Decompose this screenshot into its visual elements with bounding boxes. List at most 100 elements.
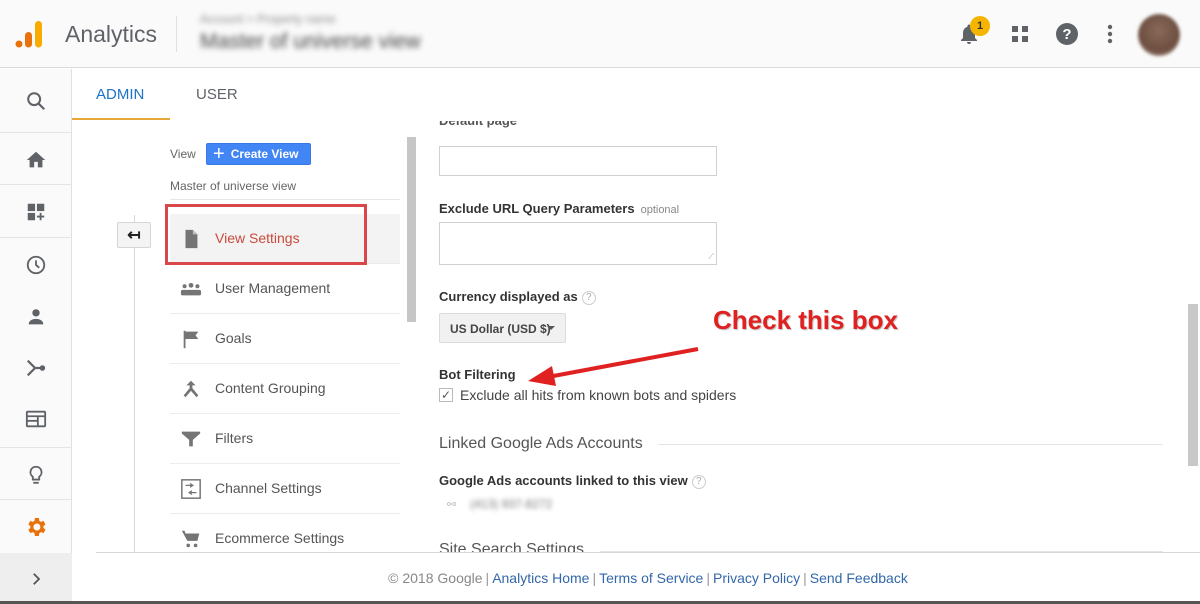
exclude-params-textarea[interactable]: ⟋ [439,222,717,265]
menu-item-filters[interactable]: Filters [170,414,400,464]
help-icon[interactable]: ? [581,290,596,305]
divider [176,16,177,52]
cart-icon [181,530,200,548]
create-view-label: Create View [230,147,299,161]
divider [658,444,1163,445]
view-label: View [170,147,196,161]
nav-customization[interactable] [0,186,72,238]
nav-realtime[interactable] [0,239,72,291]
help-icon[interactable]: ? [1055,22,1079,46]
ads-account-id[interactable]: (413) 937-8272 [470,497,552,511]
nav-acquisition[interactable] [0,342,72,394]
divider [0,132,72,133]
help-icon[interactable]: ? [691,474,706,489]
left-nav [0,69,72,604]
menu-item-label: User Management [215,280,331,296]
nav-home[interactable] [0,134,72,186]
bot-filtering-checkbox[interactable]: ✓ [439,388,453,402]
menu-item-label: Content Grouping [215,380,326,396]
view-name[interactable]: Master of universe view [170,179,296,193]
menu-item-goals[interactable]: Goals [170,314,400,364]
search-icon [27,92,46,111]
default-page-input[interactable] [439,146,717,176]
menu-item-content-grouping[interactable]: Content Grouping [170,364,400,414]
analytics-logo-icon[interactable] [14,18,46,50]
link-icon: ⚯ [447,498,457,511]
account-path: Account > Property name [200,12,336,26]
annotation-arrow-icon [528,347,699,386]
copyright: © 2018 Google [388,570,483,586]
linked-ads-label: Google Ads accounts linked to this view? [439,473,706,489]
column-scrollbar[interactable] [407,137,416,322]
create-view-button[interactable]: + Create View [206,143,311,165]
menu-item-label: Channel Settings [215,480,322,496]
divider [0,237,72,238]
privacy-link[interactable]: Privacy Policy [713,570,800,586]
divider [96,552,1200,553]
terms-link[interactable]: Terms of Service [599,570,703,586]
currency-label: Currency displayed as? [439,289,596,305]
admin-gear-icon [28,518,46,536]
back-arrow-icon: ↤ [127,227,141,244]
audience-person-icon [28,309,44,325]
bot-filtering-label: Bot Filtering [439,367,516,382]
content-scrollbar[interactable] [1188,304,1198,466]
exclude-params-title: Exclude URL Query Parameters [439,201,635,216]
channel-icon [181,479,201,499]
view-settings-panel: Default page Exclude URL Query Parameter… [425,121,1185,553]
flag-icon [183,330,199,349]
column-divider [134,215,135,552]
divider [170,199,400,200]
menu-item-label: Ecommerce Settings [215,530,345,546]
home-icon [26,151,46,168]
exclude-params-label: Exclude URL Query Parameters optional [439,201,679,216]
top-bar: Analytics Account > Property name Master… [0,0,1200,68]
back-button[interactable]: ↤ [117,222,151,248]
app-title: Analytics [65,21,158,47]
tab-user[interactable]: USER [196,86,238,103]
footer: © 2018 Google | Analytics Home | Terms of Se… [388,570,908,586]
menu-item-channel-settings[interactable]: Channel Settings [170,464,400,514]
default-page-label: Default page [439,121,517,128]
apps-grid-icon[interactable] [1008,22,1032,46]
nav-search[interactable] [0,75,72,127]
nav-admin[interactable] [0,501,72,553]
tab-admin[interactable]: ADMIN [96,86,144,103]
merge-icon [183,380,199,398]
annotation-text: Check this box [713,305,898,335]
menu-item-ecommerce-settings[interactable]: Ecommerce Settings [170,514,400,564]
menu-item-user-management[interactable]: User Management [170,264,400,314]
active-tab-indicator [72,118,170,120]
highlight-annotation-box [165,204,367,265]
currency-value: US Dollar (USD $) [450,322,551,336]
customization-icon [27,203,45,221]
analytics-home-link[interactable]: Analytics Home [492,570,589,586]
divider [0,447,72,448]
linked-ads-section-title: Linked Google Ads Accounts [439,435,643,452]
nav-discover[interactable] [0,449,72,501]
people-icon [180,282,202,296]
svg-text:?: ? [1062,26,1071,43]
discover-bulb-icon [29,465,43,484]
view-selector-label: Master of universe view [200,30,421,53]
filter-icon [181,431,201,447]
linked-ads-title: Google Ads accounts linked to this view [439,473,688,488]
more-vert-icon[interactable] [1098,22,1122,46]
avatar[interactable] [1138,14,1180,56]
divider [0,499,72,500]
currency-title: Currency displayed as [439,289,578,304]
account-selector[interactable]: Account > Property name Master of univer… [200,8,480,58]
plus-icon: + [213,143,225,165]
currency-dropdown[interactable]: US Dollar (USD $) [439,313,566,343]
caret-down-icon [547,326,555,330]
nav-audience[interactable] [0,291,72,343]
menu-item-label: Goals [215,330,252,346]
nav-behavior[interactable] [0,393,72,445]
feedback-link[interactable]: Send Feedback [810,570,908,586]
optional-tag: optional [640,204,680,216]
linked-ads-account: ⚯ (413) 937-8272 [447,497,552,511]
resize-handle-icon[interactable]: ⟋ [708,252,714,262]
behavior-icon [25,410,47,428]
divider [0,184,72,185]
notification-badge: 1 [970,16,990,36]
